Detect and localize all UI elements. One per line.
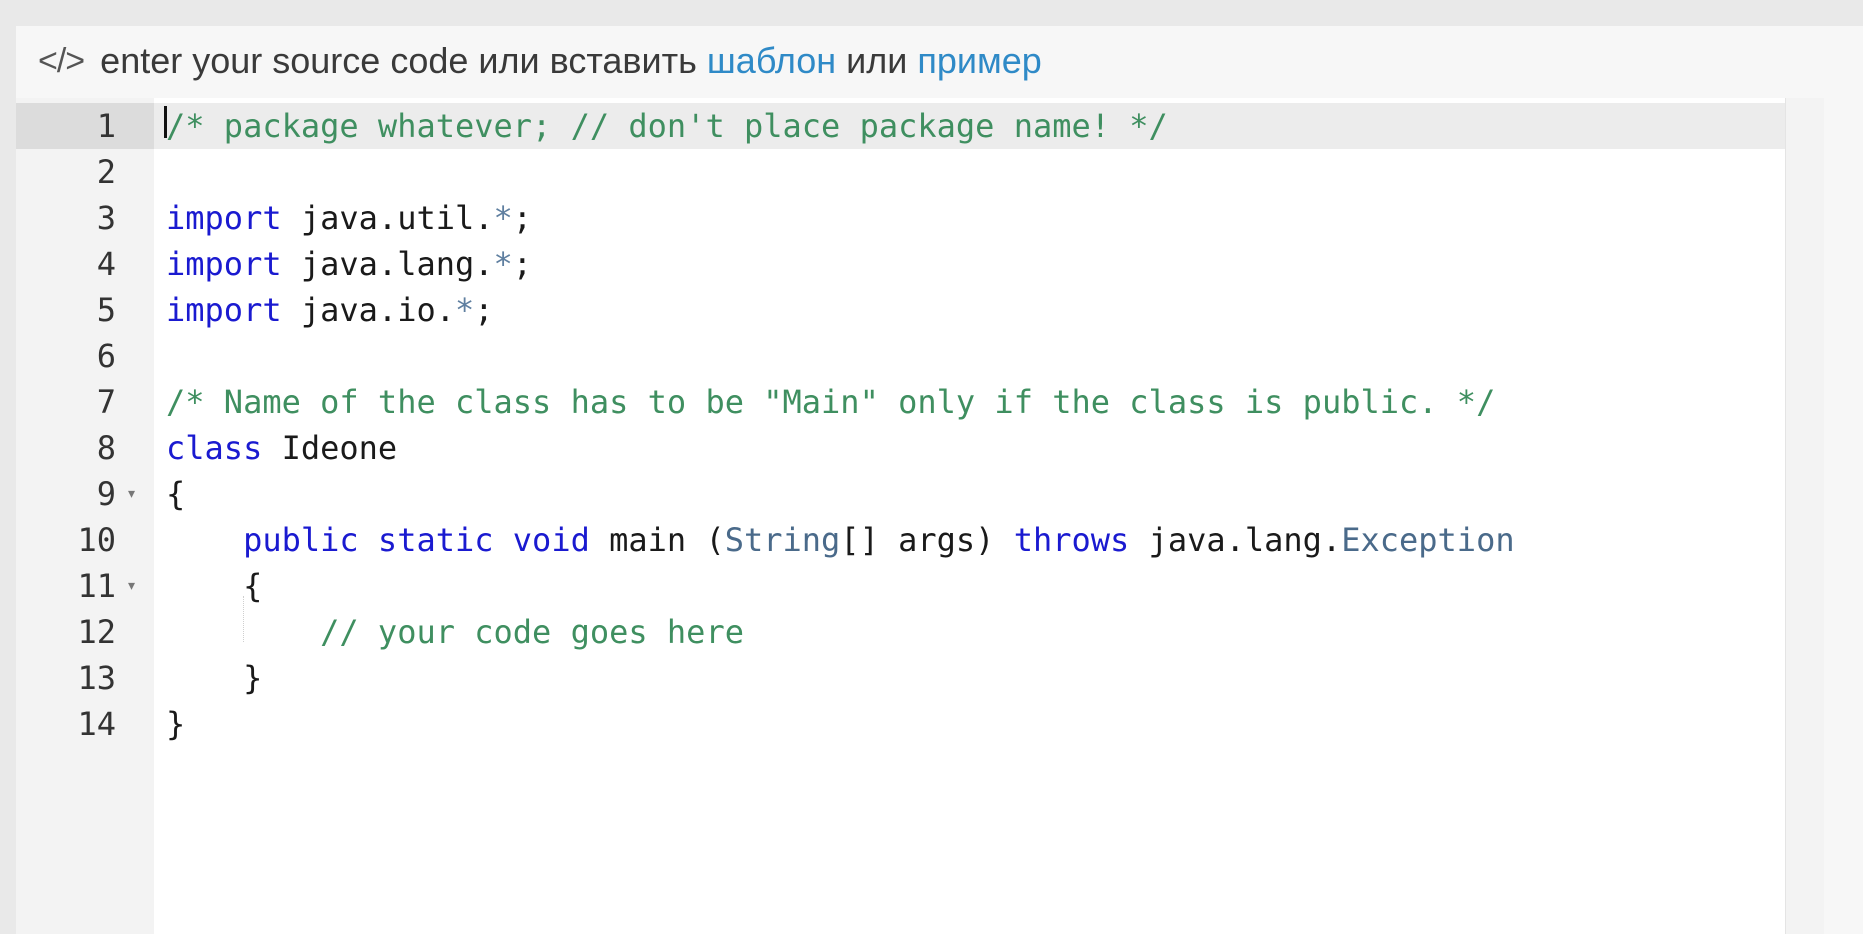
line-number: 13 <box>77 659 116 697</box>
line-number: 8 <box>96 429 116 467</box>
line-number: 2 <box>96 153 116 191</box>
line-number: 12 <box>77 613 116 651</box>
line-number-cell: 7 <box>16 379 154 425</box>
text-cursor <box>164 106 167 138</box>
line-number-cell: 6 <box>16 333 154 379</box>
code-line[interactable]: 3 import java.util.*; <box>16 195 1824 241</box>
code-line-text: { <box>166 567 263 605</box>
line-number: 5 <box>96 291 116 329</box>
code-line[interactable]: 12 // your code goes here <box>16 609 1824 655</box>
code-line-text: } <box>166 705 186 743</box>
fold-toggle-icon[interactable]: ▾ <box>128 563 135 609</box>
code-line[interactable]: 11 ▾ { <box>16 563 1824 609</box>
code-line[interactable]: 5 import java.io.*; <box>16 287 1824 333</box>
line-number: 10 <box>77 521 116 559</box>
line-number-cell: 5 <box>16 287 154 333</box>
line-number-cell: 13 <box>16 655 154 701</box>
code-line[interactable]: 2 <box>16 149 1824 195</box>
line-number: 7 <box>96 383 116 421</box>
code-line-text: // your code goes here <box>166 613 744 651</box>
line-number-cell: 12 <box>16 609 154 655</box>
template-link[interactable]: шаблон <box>707 40 836 82</box>
line-number: 11 <box>77 567 116 605</box>
editor-header: </> enter your source code или вставить … <box>16 26 1863 96</box>
line-number-cell: 8 <box>16 425 154 471</box>
vertical-scrollbar[interactable] <box>1785 98 1824 934</box>
code-line-text: } <box>166 659 263 697</box>
code-line[interactable]: 9 ▾{ <box>16 471 1824 517</box>
code-line[interactable]: 1 /* package whatever; // don't place pac… <box>16 103 1824 149</box>
code-line[interactable]: 8 class Ideone <box>16 425 1824 471</box>
code-line[interactable]: 13 } <box>16 655 1824 701</box>
code-line[interactable]: 14} <box>16 701 1824 747</box>
line-number-cell: 11 ▾ <box>16 563 154 609</box>
line-number: 9 <box>96 475 116 513</box>
line-number: 3 <box>96 199 116 237</box>
code-line[interactable]: 6 <box>16 333 1824 379</box>
line-number: 6 <box>96 337 116 375</box>
line-number-cell: 1 <box>16 103 154 149</box>
indent-guide <box>243 596 244 642</box>
fold-toggle-icon[interactable]: ▾ <box>128 471 135 517</box>
line-number-cell: 9 ▾ <box>16 471 154 517</box>
code-line-text: import java.io.*; <box>166 291 494 329</box>
code-input-panel: </> enter your source code или вставить … <box>16 26 1863 934</box>
code-brackets-icon: </> <box>38 41 85 80</box>
line-number-cell: 10 <box>16 517 154 563</box>
line-number: 14 <box>77 705 116 743</box>
header-prompt: enter your source code или вставить <box>100 40 697 81</box>
code-editor[interactable]: 1 /* package whatever; // don't place pac… <box>16 98 1824 934</box>
code-line[interactable]: 10 public static void main (String[] arg… <box>16 517 1824 563</box>
example-link[interactable]: пример <box>917 40 1041 82</box>
code-line-text: { <box>166 475 186 513</box>
line-number-cell: 14 <box>16 701 154 747</box>
code-line-text: /* Name of the class has to be "Main" on… <box>166 383 1496 421</box>
line-number: 4 <box>96 245 116 283</box>
line-number-cell: 2 <box>16 149 154 195</box>
line-number-cell: 4 <box>16 241 154 287</box>
code-line-text: import java.util.*; <box>166 199 533 237</box>
code-line[interactable]: 7 /* Name of the class has to be "Main" o… <box>16 379 1824 425</box>
line-number: 1 <box>96 107 116 145</box>
line-number-cell: 3 <box>16 195 154 241</box>
code-line-text: public static void main (String[] args) … <box>243 521 1515 559</box>
header-or: или <box>846 40 908 81</box>
code-line[interactable]: 4 import java.lang.*; <box>16 241 1824 287</box>
code-line-text: /* package whatever; // don't place pack… <box>166 107 1168 145</box>
code-line-text: import java.lang.*; <box>166 245 533 283</box>
code-line-text: class Ideone <box>166 429 398 467</box>
